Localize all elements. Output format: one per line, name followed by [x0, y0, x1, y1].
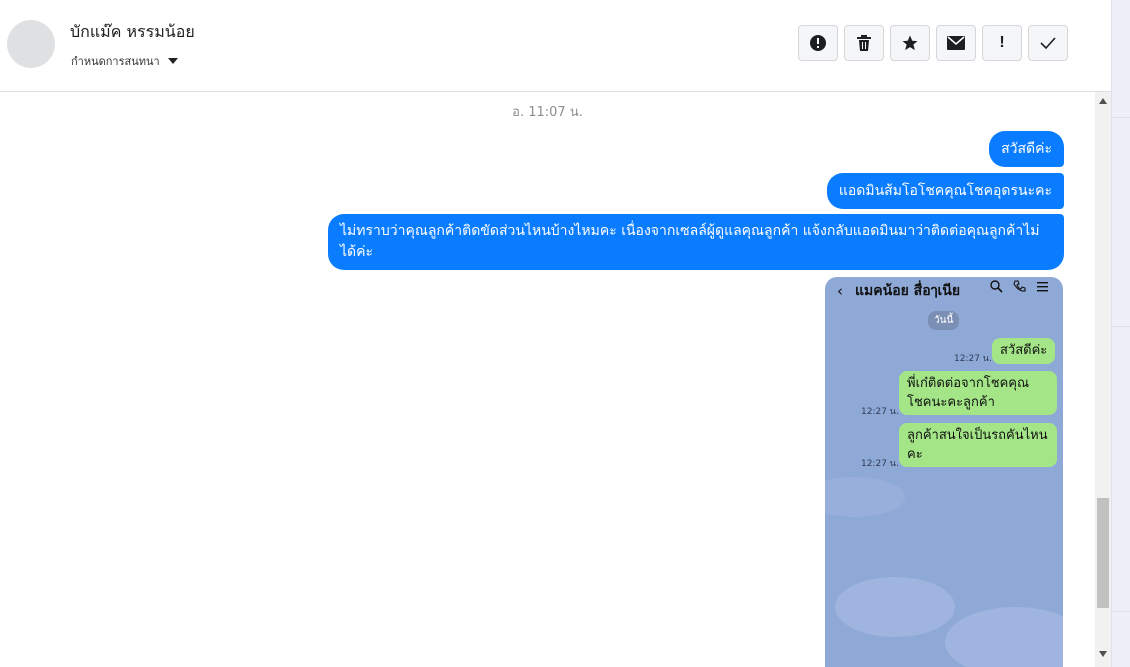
mark-done-button[interactable]	[1028, 25, 1068, 61]
alert-circle-icon	[809, 34, 827, 52]
delete-button[interactable]	[844, 25, 884, 61]
attachment-chat-title: แมคน้อย สื่อๅเนีย	[855, 283, 961, 299]
divider	[1112, 326, 1130, 327]
message-bubble[interactable]: แอดมินส้มโอโชคคุณโชคอุดรนะคะ	[826, 173, 1064, 209]
contact-name[interactable]: บักแม๊ค หรรมน้อย	[70, 20, 195, 45]
search-icon	[990, 280, 1003, 293]
back-arrow-icon: ‹	[837, 282, 843, 300]
report-button[interactable]	[798, 25, 838, 61]
exclamation-icon: !	[999, 34, 1005, 51]
check-icon	[1040, 36, 1056, 50]
attachment-message-time: 12:27 น.	[861, 407, 899, 417]
scroll-down-arrow-icon[interactable]	[1099, 651, 1107, 657]
scroll-up-arrow-icon[interactable]	[1099, 98, 1107, 104]
avatar[interactable]	[7, 20, 55, 68]
divider	[1112, 611, 1130, 612]
attached-image[interactable]: ‹ แมคน้อย สื่อๅเนีย วันนี้ 12:27 น. สวัส…	[825, 277, 1063, 667]
conversation-header: บักแม๊ค หรรมน้อย กำหนดการสนทนา !	[0, 0, 1111, 92]
phone-icon	[1013, 280, 1026, 293]
mark-spam-button[interactable]: !	[982, 25, 1022, 61]
attachment-message-bubble: สวัสดีค่ะ	[992, 338, 1056, 364]
message-timestamp: อ. 11:07 น.	[512, 105, 583, 120]
thread-scrollbar[interactable]	[1095, 92, 1111, 667]
cloud-decoration	[825, 477, 905, 517]
star-icon	[901, 34, 919, 52]
message-bubble[interactable]: สวัสดีค่ะ	[989, 131, 1064, 167]
attachment-message-bubble: พี่เก๋ติดต่อจากโชคคุณโชคนะคะลูกค้า	[899, 371, 1057, 415]
message-bubble[interactable]: ไม่ทราบว่าคุณลูกค้าติดขัดส่วนไหนบ้างไหมค…	[328, 214, 1064, 270]
assign-conversation-dropdown[interactable]: กำหนดการสนทนา	[71, 52, 178, 70]
scrollbar-thumb[interactable]	[1097, 498, 1109, 608]
attachment-toolbar	[990, 280, 1049, 293]
attachment-message-bubble: ลูกค้าสนใจเป็นรถคันไหนคะ	[899, 423, 1057, 467]
assign-label: กำหนดการสนทนา	[71, 55, 160, 68]
attachment-message-time: 12:27 น.	[861, 459, 899, 469]
date-pill: วันนี้	[928, 311, 960, 330]
caret-down-icon	[167, 58, 178, 64]
trash-icon	[856, 34, 872, 52]
message-thread[interactable]: อ. 11:07 น. สวัสดีค่ะ แอดมินส้มโอโชคคุณโ…	[0, 92, 1095, 667]
envelope-icon	[947, 36, 965, 50]
menu-icon	[1036, 280, 1049, 293]
side-panel-edge	[1111, 0, 1130, 667]
mark-unread-button[interactable]	[936, 25, 976, 61]
cloud-decoration	[945, 607, 1063, 667]
star-button[interactable]	[890, 25, 930, 61]
attachment-message-time: 12:27 น.	[954, 354, 992, 364]
action-toolbar: !	[798, 25, 1068, 61]
cloud-decoration	[835, 577, 955, 637]
divider	[1112, 117, 1130, 118]
